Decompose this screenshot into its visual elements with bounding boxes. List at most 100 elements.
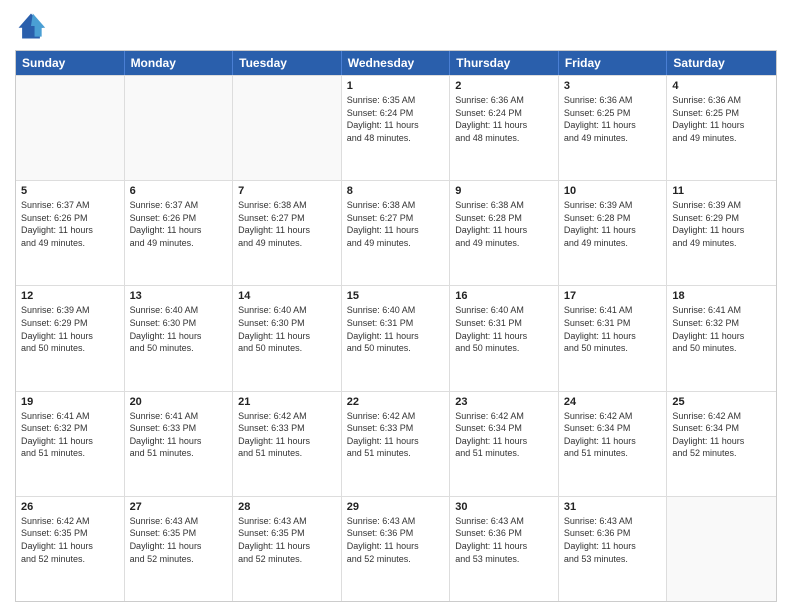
calendar-cell: 23 Sunrise: 6:42 AM Sunset: 6:34 PM Dayli…: [450, 392, 559, 496]
calendar-cell: 3Sunrise: 6:36 AM Sunset: 6:25 PM Daylig…: [559, 76, 668, 180]
calendar-row-3: 12 Sunrise: 6:39 AM Sunset: 6:29 PM Dayli…: [16, 285, 776, 390]
calendar-header: SundayMondayTuesdayWednesdayThursdayFrid…: [16, 51, 776, 75]
day-info: Sunrise: 6:42 AM Sunset: 6:34 PM Dayligh…: [455, 410, 553, 460]
calendar-cell: 26 Sunrise: 6:42 AM Sunset: 6:35 PM Dayli…: [16, 497, 125, 601]
day-number: 1: [347, 80, 445, 92]
calendar-header-friday: Friday: [559, 51, 668, 75]
day-info: Sunrise: 6:42 AM Sunset: 6:35 PM Dayligh…: [21, 515, 119, 565]
day-number: 10: [564, 185, 662, 197]
day-info: Sunrise: 6:39 AM Sunset: 6:29 PM Dayligh…: [672, 199, 771, 249]
calendar-cell: 4Sunrise: 6:36 AM Sunset: 6:25 PM Daylig…: [667, 76, 776, 180]
calendar-cell: 13Sunrise: 6:40 AM Sunset: 6:30 PM Dayli…: [125, 286, 234, 390]
day-number: 17: [564, 290, 662, 302]
day-info: Sunrise: 6:40 AM Sunset: 6:30 PM Dayligh…: [238, 304, 336, 354]
day-number: 12: [21, 290, 119, 302]
day-info: Sunrise: 6:42 AM Sunset: 6:33 PM Dayligh…: [238, 410, 336, 460]
day-number: 9: [455, 185, 553, 197]
day-number: 8: [347, 185, 445, 197]
day-number: 7: [238, 185, 336, 197]
day-info: Sunrise: 6:40 AM Sunset: 6:31 PM Dayligh…: [347, 304, 445, 354]
day-number: 27: [130, 501, 228, 513]
calendar-cell: 21 Sunrise: 6:42 AM Sunset: 6:33 PM Dayli…: [233, 392, 342, 496]
calendar-header-thursday: Thursday: [450, 51, 559, 75]
calendar-cell: 17Sunrise: 6:41 AM Sunset: 6:31 PM Dayli…: [559, 286, 668, 390]
calendar-cell: 16 Sunrise: 6:40 AM Sunset: 6:31 PM Dayli…: [450, 286, 559, 390]
day-number: 26: [21, 501, 119, 513]
calendar-cell: 27 Sunrise: 6:43 AM Sunset: 6:35 PM Dayli…: [125, 497, 234, 601]
calendar-cell: 14 Sunrise: 6:40 AM Sunset: 6:30 PM Dayli…: [233, 286, 342, 390]
calendar-cell: 29Sunrise: 6:43 AM Sunset: 6:36 PM Dayli…: [342, 497, 451, 601]
day-info: Sunrise: 6:36 AM Sunset: 6:24 PM Dayligh…: [455, 94, 553, 144]
day-number: 5: [21, 185, 119, 197]
day-number: 14: [238, 290, 336, 302]
logo-icon: [15, 10, 47, 42]
day-number: 25: [672, 396, 771, 408]
day-info: Sunrise: 6:39 AM Sunset: 6:29 PM Dayligh…: [21, 304, 119, 354]
day-info: Sunrise: 6:38 AM Sunset: 6:27 PM Dayligh…: [347, 199, 445, 249]
calendar-cell: 12 Sunrise: 6:39 AM Sunset: 6:29 PM Dayli…: [16, 286, 125, 390]
day-number: 19: [21, 396, 119, 408]
calendar-cell: [16, 76, 125, 180]
day-number: 3: [564, 80, 662, 92]
calendar-cell: 2 Sunrise: 6:36 AM Sunset: 6:24 PM Daylig…: [450, 76, 559, 180]
day-number: 16: [455, 290, 553, 302]
day-info: Sunrise: 6:41 AM Sunset: 6:32 PM Dayligh…: [672, 304, 771, 354]
calendar-cell: 10 Sunrise: 6:39 AM Sunset: 6:28 PM Dayli…: [559, 181, 668, 285]
calendar-header-tuesday: Tuesday: [233, 51, 342, 75]
day-info: Sunrise: 6:43 AM Sunset: 6:36 PM Dayligh…: [455, 515, 553, 565]
day-number: 18: [672, 290, 771, 302]
day-info: Sunrise: 6:35 AM Sunset: 6:24 PM Dayligh…: [347, 94, 445, 144]
day-info: Sunrise: 6:43 AM Sunset: 6:35 PM Dayligh…: [238, 515, 336, 565]
day-info: Sunrise: 6:42 AM Sunset: 6:34 PM Dayligh…: [672, 410, 771, 460]
calendar-row-1: 1 Sunrise: 6:35 AM Sunset: 6:24 PM Daylig…: [16, 75, 776, 180]
calendar-cell: 18 Sunrise: 6:41 AM Sunset: 6:32 PM Dayli…: [667, 286, 776, 390]
day-number: 29: [347, 501, 445, 513]
calendar-cell: 15 Sunrise: 6:40 AM Sunset: 6:31 PM Dayli…: [342, 286, 451, 390]
calendar-row-4: 19 Sunrise: 6:41 AM Sunset: 6:32 PM Dayli…: [16, 391, 776, 496]
calendar-row-2: 5 Sunrise: 6:37 AM Sunset: 6:26 PM Daylig…: [16, 180, 776, 285]
day-info: Sunrise: 6:37 AM Sunset: 6:26 PM Dayligh…: [21, 199, 119, 249]
calendar-cell: 5 Sunrise: 6:37 AM Sunset: 6:26 PM Daylig…: [16, 181, 125, 285]
calendar-cell: 28Sunrise: 6:43 AM Sunset: 6:35 PM Dayli…: [233, 497, 342, 601]
day-info: Sunrise: 6:37 AM Sunset: 6:26 PM Dayligh…: [130, 199, 228, 249]
day-number: 20: [130, 396, 228, 408]
day-number: 4: [672, 80, 771, 92]
header: [15, 10, 777, 42]
calendar-body: 1 Sunrise: 6:35 AM Sunset: 6:24 PM Daylig…: [16, 75, 776, 601]
day-number: 22: [347, 396, 445, 408]
day-info: Sunrise: 6:39 AM Sunset: 6:28 PM Dayligh…: [564, 199, 662, 249]
calendar-cell: 11 Sunrise: 6:39 AM Sunset: 6:29 PM Dayli…: [667, 181, 776, 285]
day-info: Sunrise: 6:38 AM Sunset: 6:28 PM Dayligh…: [455, 199, 553, 249]
calendar-cell: 19 Sunrise: 6:41 AM Sunset: 6:32 PM Dayli…: [16, 392, 125, 496]
day-number: 23: [455, 396, 553, 408]
day-number: 11: [672, 185, 771, 197]
calendar-cell: 7 Sunrise: 6:38 AM Sunset: 6:27 PM Daylig…: [233, 181, 342, 285]
day-number: 2: [455, 80, 553, 92]
day-info: Sunrise: 6:43 AM Sunset: 6:35 PM Dayligh…: [130, 515, 228, 565]
calendar-cell: 8 Sunrise: 6:38 AM Sunset: 6:27 PM Daylig…: [342, 181, 451, 285]
day-info: Sunrise: 6:38 AM Sunset: 6:27 PM Dayligh…: [238, 199, 336, 249]
calendar-cell: [667, 497, 776, 601]
calendar-cell: 9 Sunrise: 6:38 AM Sunset: 6:28 PM Daylig…: [450, 181, 559, 285]
day-number: 31: [564, 501, 662, 513]
day-number: 15: [347, 290, 445, 302]
calendar-cell: [125, 76, 234, 180]
day-info: Sunrise: 6:40 AM Sunset: 6:30 PM Dayligh…: [130, 304, 228, 354]
day-info: Sunrise: 6:42 AM Sunset: 6:33 PM Dayligh…: [347, 410, 445, 460]
day-info: Sunrise: 6:41 AM Sunset: 6:32 PM Dayligh…: [21, 410, 119, 460]
day-number: 30: [455, 501, 553, 513]
calendar-cell: 20 Sunrise: 6:41 AM Sunset: 6:33 PM Dayli…: [125, 392, 234, 496]
calendar-cell: 25 Sunrise: 6:42 AM Sunset: 6:34 PM Dayli…: [667, 392, 776, 496]
calendar-header-sunday: Sunday: [16, 51, 125, 75]
calendar-header-wednesday: Wednesday: [342, 51, 451, 75]
page: SundayMondayTuesdayWednesdayThursdayFrid…: [0, 0, 792, 612]
day-info: Sunrise: 6:40 AM Sunset: 6:31 PM Dayligh…: [455, 304, 553, 354]
day-number: 6: [130, 185, 228, 197]
calendar: SundayMondayTuesdayWednesdayThursdayFrid…: [15, 50, 777, 602]
day-info: Sunrise: 6:42 AM Sunset: 6:34 PM Dayligh…: [564, 410, 662, 460]
calendar-cell: [233, 76, 342, 180]
logo: [15, 10, 51, 42]
day-number: 21: [238, 396, 336, 408]
calendar-row-5: 26 Sunrise: 6:42 AM Sunset: 6:35 PM Dayli…: [16, 496, 776, 601]
day-info: Sunrise: 6:41 AM Sunset: 6:33 PM Dayligh…: [130, 410, 228, 460]
